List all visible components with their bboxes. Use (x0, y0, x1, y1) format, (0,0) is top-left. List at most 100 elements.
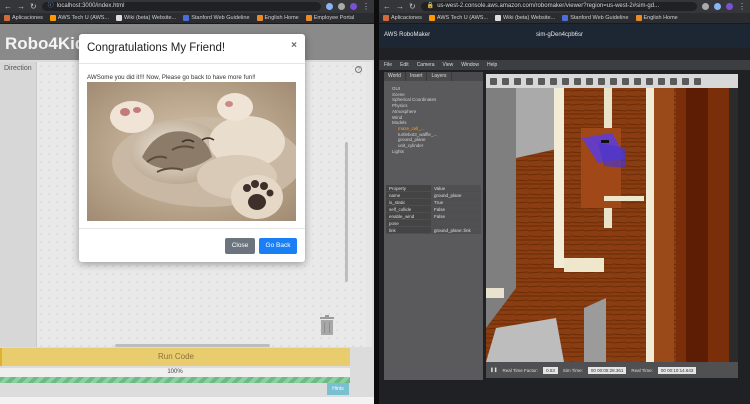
align-icon[interactable] (658, 77, 665, 85)
select-arrow-icon[interactable] (490, 77, 497, 85)
world-tree: GUI Scene Spherical Coordinates Physics … (392, 86, 437, 154)
panel-tabs: World Insert Layers (384, 72, 483, 81)
rotate-icon[interactable] (514, 77, 521, 85)
extension-icon[interactable] (714, 3, 721, 10)
box-shape-icon[interactable] (562, 77, 569, 85)
back-icon[interactable]: ← (383, 2, 391, 11)
menu-camera[interactable]: Camera (417, 60, 435, 70)
menu-file[interactable]: File (384, 60, 392, 70)
gazebo-toolbar (486, 74, 738, 88)
redo-icon[interactable] (550, 77, 557, 85)
page-icon (305, 15, 312, 21)
copy-icon[interactable] (634, 77, 641, 85)
browser-toolbar: ← → ↻ ⓘ localhost:3000/index.html ⋮ (0, 0, 374, 13)
aws-icon (428, 15, 435, 21)
bookmark-item[interactable]: AWS Tech U (AWS... (428, 15, 488, 21)
cylinder-shape-icon[interactable] (586, 77, 593, 85)
property-row[interactable]: is_static True (386, 199, 481, 206)
gazebo-side-panel: World Insert Layers GUI Scene Spherical … (384, 72, 483, 380)
reload-icon[interactable]: ↻ (30, 2, 37, 11)
translate-icon[interactable] (502, 77, 509, 85)
info-icon: ⓘ (47, 3, 54, 9)
property-row[interactable]: name ground_plane (386, 192, 481, 199)
undo-icon[interactable] (538, 77, 545, 85)
bookmark-item[interactable]: Wiki (beta) Website... (495, 15, 555, 21)
bookmark-item[interactable]: Stanford Web Guideline (183, 15, 250, 21)
url-text: localhost:3000/index.html (56, 3, 125, 9)
property-row[interactable]: enable_wind False (386, 213, 481, 220)
address-bar[interactable]: ⓘ localhost:3000/index.html (41, 2, 321, 11)
bookmark-item[interactable]: Aplicaciones (4, 15, 43, 21)
page-icon (256, 15, 263, 21)
close-button[interactable]: Close (225, 238, 255, 254)
page-icon (635, 15, 642, 21)
menu-help[interactable]: Help (487, 60, 497, 70)
close-icon[interactable]: × (291, 40, 297, 51)
progress-label: 100% (0, 368, 350, 377)
menu-view[interactable]: View (442, 60, 453, 70)
profile-avatar[interactable] (726, 3, 733, 10)
rtf-label: Real Time Factor: (502, 367, 539, 373)
point-light-icon[interactable] (598, 77, 605, 85)
robomaker-header: AWS RoboMaker sim-gDen4cpb6sr (379, 24, 750, 48)
bookmark-item[interactable]: AWS Tech U (AWS... (49, 15, 109, 21)
bookmark-item[interactable]: Employee Portal (305, 15, 354, 21)
hints-button[interactable]: Hints (327, 383, 349, 395)
sim-time-label: Sim Time: (562, 367, 583, 373)
tab-insert[interactable]: Insert (406, 72, 428, 81)
reload-icon[interactable]: ↻ (409, 2, 416, 11)
bookmark-item[interactable]: Aplicaciones (383, 15, 422, 21)
menu-kebab-icon[interactable]: ⋮ (738, 2, 746, 11)
left-browser-window: ← → ↻ ⓘ localhost:3000/index.html ⋮ Aplic… (0, 0, 374, 404)
gazebo-menubar: File Edit Camera View Window Help (379, 60, 750, 70)
screenshot-icon[interactable] (694, 77, 701, 85)
menu-kebab-icon[interactable]: ⋮ (362, 2, 370, 11)
puzzle-icon[interactable] (338, 3, 345, 10)
view-angle-icon[interactable] (682, 77, 689, 85)
horizontal-scrollbar[interactable] (115, 344, 270, 347)
property-table: Property Value name ground_plane is_static… (386, 185, 481, 234)
extension-icon[interactable] (326, 3, 333, 10)
modal-title: Congratulations My Friend! (87, 42, 226, 54)
bookmark-item[interactable]: Stanford Web Guideline (562, 15, 629, 21)
go-back-button[interactable]: Go Back (259, 238, 297, 254)
bookmark-item[interactable]: English Home (256, 15, 299, 21)
trash-icon[interactable] (319, 315, 335, 335)
forward-icon[interactable]: → (17, 2, 25, 11)
snap-icon[interactable] (670, 77, 677, 85)
lock-icon: 🔒 (426, 3, 435, 9)
property-row[interactable]: self_collide False (386, 206, 481, 213)
menu-edit[interactable]: Edit (400, 60, 409, 70)
forward-icon[interactable]: → (396, 2, 404, 11)
tab-layers[interactable]: Layers (427, 72, 452, 81)
property-row[interactable]: pose (386, 220, 481, 227)
gazebo-3d-viewport[interactable] (486, 88, 738, 362)
real-time-label: Real Time: (631, 367, 653, 373)
tab-world[interactable]: World (384, 72, 406, 81)
scale-icon[interactable] (526, 77, 533, 85)
star-icon[interactable] (702, 3, 709, 10)
real-time-value: 00 00:10:14.643 (657, 366, 697, 374)
profile-avatar[interactable] (350, 3, 357, 10)
menu-window[interactable]: Window (461, 60, 479, 70)
pause-icon[interactable]: ❚❚ (490, 367, 498, 373)
address-bar[interactable]: 🔒 us-west-2.console.aws.amazon.com/roboma… (420, 2, 697, 11)
bookmark-item[interactable]: Wiki (beta) Website... (116, 15, 176, 21)
tree-item[interactable]: Lights (392, 149, 437, 155)
vertical-scrollbar[interactable] (345, 142, 348, 282)
direction-label[interactable]: Direction (4, 65, 32, 72)
sphere-shape-icon[interactable] (574, 77, 581, 85)
progress-bar (0, 377, 350, 383)
bookmark-item[interactable]: English Home (635, 15, 678, 21)
back-icon[interactable]: ← (4, 2, 12, 11)
run-code-button[interactable]: Run Code (0, 348, 350, 366)
spot-light-icon[interactable] (610, 77, 617, 85)
property-row[interactable]: link ground_plane::link (386, 227, 481, 234)
directional-light-icon[interactable] (622, 77, 629, 85)
page-icon (562, 15, 569, 21)
simulation-id: sim-gDen4cpb6sr (536, 32, 584, 38)
paste-icon[interactable] (646, 77, 653, 85)
property-header: Property Value (386, 185, 481, 192)
apps-icon (383, 15, 389, 21)
help-icon[interactable]: ? (355, 66, 362, 73)
